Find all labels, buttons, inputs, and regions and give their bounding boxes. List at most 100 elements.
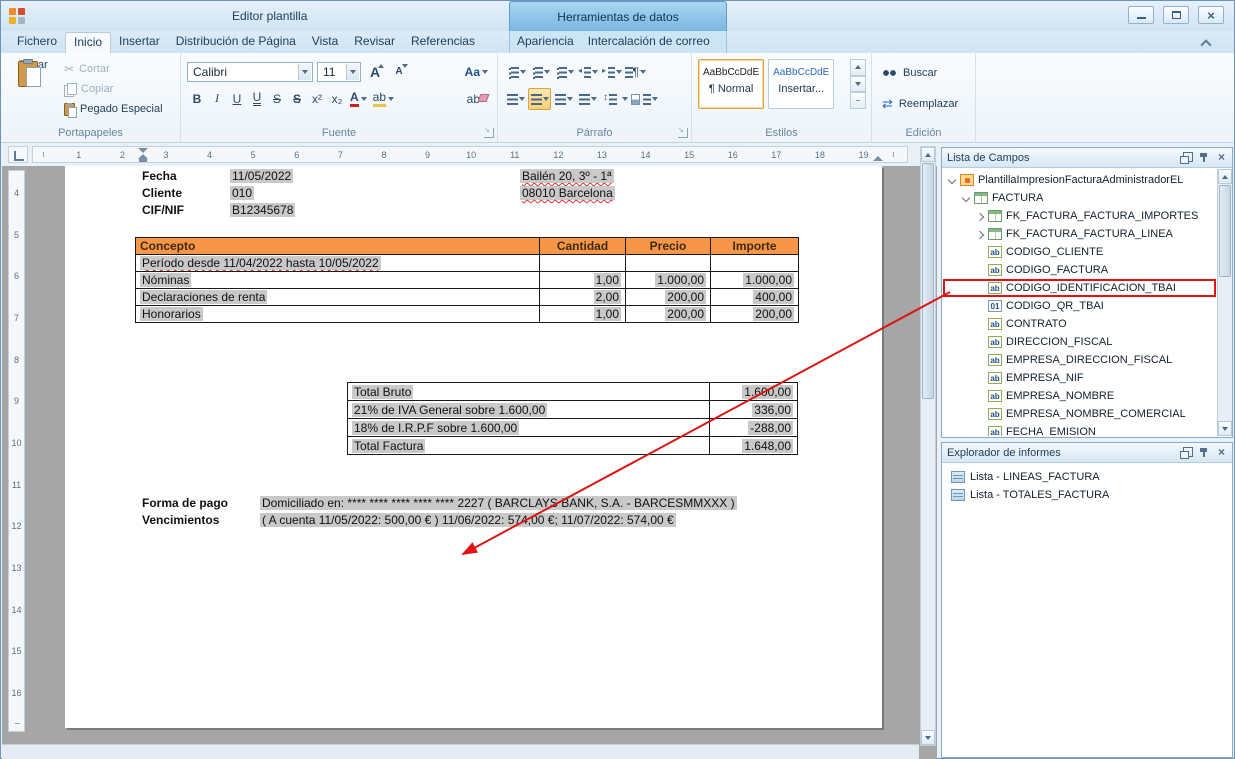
right-indent-marker-icon[interactable] <box>873 156 883 161</box>
ribbon-context-tab[interactable]: Intercalación de correo <box>581 31 717 53</box>
document-horizontal-scrollbar[interactable] <box>2 744 919 759</box>
merge-field[interactable]: 2,00 <box>594 290 621 304</box>
italic-icon[interactable]: I <box>207 88 227 109</box>
merge-field[interactable]: 18% de I.R.P.F sobre 1.600,00 <box>352 421 519 435</box>
font-size-combo[interactable]: 11 <box>317 62 361 82</box>
multilevel-list-icon[interactable] <box>552 61 575 83</box>
scroll-down-icon[interactable] <box>921 730 935 745</box>
invoice-item-row[interactable]: Nóminas 1,00 1.000,00 1.000,00 <box>136 272 799 289</box>
maximize-button[interactable] <box>1163 6 1189 24</box>
grow-font-icon[interactable]: A <box>365 61 385 82</box>
ribbon-tab[interactable]: Insertar <box>111 31 168 53</box>
field-list-header[interactable]: Lista de Campos × <box>942 148 1232 168</box>
merge-field[interactable]: 1,00 <box>594 273 621 287</box>
scrollbar-thumb[interactable] <box>1219 185 1231 277</box>
field-list-item[interactable]: CODIGO_CLIENTE <box>943 243 1216 261</box>
document-vertical-scrollbar[interactable] <box>920 146 936 746</box>
totals-row[interactable]: 18% de I.R.P.F sobre 1.600,00 -288,00 <box>348 419 798 437</box>
expander-icon[interactable] <box>974 426 987 437</box>
dock-icon[interactable] <box>1180 152 1191 163</box>
highlight-icon[interactable]: ab <box>370 88 397 109</box>
ribbon-tab[interactable]: Distribución de Página <box>168 31 304 53</box>
collapse-ribbon-icon[interactable] <box>1198 37 1214 49</box>
vertical-ruler[interactable]: 4 5 6 7 8 9 10 11 12 13 <box>8 170 25 732</box>
expander-icon[interactable] <box>974 372 987 385</box>
field-list-item[interactable]: DIRECCION_FISCAL <box>943 333 1216 351</box>
superscript-icon[interactable]: x² <box>307 88 327 109</box>
field-list-item[interactable]: CONTRATO <box>943 315 1216 333</box>
field-list-scrollbar[interactable] <box>1217 169 1232 436</box>
totals-row[interactable]: 21% de IVA General sobre 1.600,00 336,00 <box>348 401 798 419</box>
font-dialog-launcher-icon[interactable] <box>484 128 494 138</box>
numbering-icon[interactable] <box>528 61 551 83</box>
invoice-item-row[interactable]: Declaraciones de renta 2,00 200,00 400,0… <box>136 289 799 306</box>
expander-icon[interactable] <box>974 264 987 277</box>
merge-field[interactable]: 08010 Barcelona <box>520 186 615 200</box>
field-list-item[interactable]: CODIGO_QR_TBAI <box>943 297 1216 315</box>
ribbon-tab[interactable]: Revisar <box>346 31 403 53</box>
field-list-item[interactable]: FACTURA <box>943 189 1216 207</box>
field-list-item[interactable]: PlantillaImpresionFacturaAdministradorEL <box>943 171 1216 189</box>
merge-field[interactable]: 1.600,00 <box>742 385 793 399</box>
expander-icon[interactable] <box>974 300 987 313</box>
gallery-more-icon[interactable] <box>850 92 866 109</box>
field-list-item[interactable]: EMPRESA_NIF <box>943 369 1216 387</box>
strikethrough-icon[interactable]: S <box>267 88 287 109</box>
chevron-down-icon[interactable] <box>298 64 311 80</box>
merge-field[interactable]: 1.000,00 <box>655 273 706 287</box>
field-list-item[interactable]: CODIGO_IDENTIFICACION_TBAI <box>943 279 1216 297</box>
expander-icon[interactable] <box>974 246 987 259</box>
expander-icon[interactable] <box>974 318 987 331</box>
bold-icon[interactable]: B <box>187 88 207 109</box>
replace-button[interactable]: ⇄Reemplazar <box>882 97 958 110</box>
report-explorer-item[interactable]: Lista - TO­TALES_FACTURA <box>943 486 1231 504</box>
ribbon-context-tab[interactable]: Apariencia <box>510 31 581 53</box>
field-list-item[interactable]: FK_FACTURA_FACTURA_LINEA <box>943 225 1216 243</box>
double-strikethrough-icon[interactable]: S <box>287 88 307 109</box>
report-explorer-item[interactable]: Lista - LINEAS_FACTURA <box>943 468 1231 486</box>
subscript-icon[interactable]: x₂ <box>327 88 347 109</box>
merge-field[interactable]: Honorarios <box>140 307 203 321</box>
cut-button[interactable]: ✂Cortar <box>61 59 177 79</box>
merge-field[interactable]: Domiciliado en: **** **** **** **** ****… <box>260 496 737 510</box>
merge-field[interactable]: 21% de IVA General sobre 1.600,00 <box>352 403 547 417</box>
clear-formatting-button[interactable]: ab <box>464 88 491 109</box>
font-name-combo[interactable]: Calibri <box>187 62 313 82</box>
style-gallery-item[interactable]: AaBbCcDdE ¶ Normal <box>698 59 764 109</box>
merge-field[interactable]: ( A cuenta 11/05/2022: 500,00 € ) 11/06/… <box>260 513 676 527</box>
merge-field[interactable]: Total Factura <box>352 439 425 453</box>
field-list-item[interactable]: EMPRESA_NOMBRE_COMERCIAL <box>943 405 1216 423</box>
line-spacing-icon[interactable] <box>600 88 629 110</box>
field-list-item[interactable]: EMPRESA_DIRECCION_FISCAL <box>943 351 1216 369</box>
invoice-item-row[interactable]: Honorarios 1,00 200,00 200,00 <box>136 306 799 323</box>
expander-icon[interactable] <box>974 336 987 349</box>
close-panel-icon[interactable]: × <box>1216 152 1227 163</box>
merge-field[interactable]: 1.648,00 <box>742 439 793 453</box>
justify-icon[interactable] <box>576 88 599 110</box>
merge-field[interactable]: -288,00 <box>748 421 793 435</box>
shading-icon[interactable] <box>630 88 659 110</box>
expander-icon[interactable] <box>974 354 987 367</box>
expander-icon[interactable] <box>974 210 987 223</box>
tab-selector-icon[interactable] <box>8 146 28 163</box>
decrease-indent-icon[interactable] <box>576 61 599 83</box>
style-gallery-item[interactable]: AaBbCcDdE Insertar... <box>768 59 834 109</box>
merge-field[interactable]: 1.000,00 <box>743 273 794 287</box>
document-page[interactable]: Fecha11/05/2022 Cliente010 CIF/NIFB12345… <box>65 166 882 728</box>
merge-field[interactable]: 200,00 <box>753 307 794 321</box>
increase-indent-icon[interactable] <box>600 61 623 83</box>
align-right-icon[interactable] <box>552 88 575 110</box>
align-left-icon[interactable] <box>504 88 527 110</box>
merge-field[interactable]: Bailén 20, 3º - 1ª <box>520 169 614 183</box>
bullets-icon[interactable] <box>504 61 527 83</box>
ribbon-tab[interactable]: Inicio <box>65 32 111 53</box>
align-center-icon[interactable] <box>528 88 551 110</box>
merge-field[interactable]: 200,00 <box>665 290 706 304</box>
expander-icon[interactable] <box>960 192 973 205</box>
scrollbar-thumb[interactable] <box>922 163 934 399</box>
change-case-button[interactable]: Aa <box>462 61 491 82</box>
merge-field[interactable]: 11/05/2022 <box>230 169 293 183</box>
pin-icon[interactable] <box>1198 447 1209 458</box>
chevron-down-icon[interactable] <box>346 64 359 80</box>
merge-field[interactable]: Nóminas <box>140 273 191 287</box>
